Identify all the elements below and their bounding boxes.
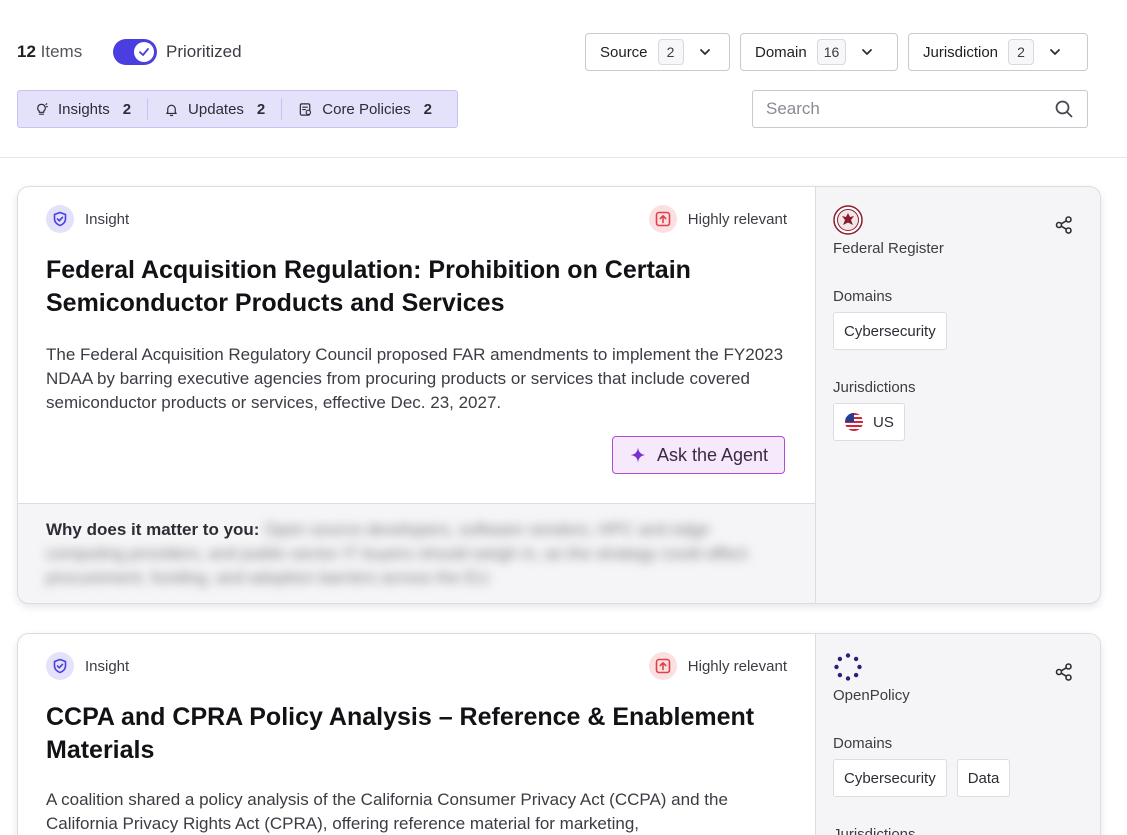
why-it-matters: Why does it matter to you: Open source d… (18, 503, 815, 603)
share-icon[interactable] (1054, 215, 1074, 235)
source-name: Federal Register (833, 240, 944, 257)
source-name: OpenPolicy (833, 687, 910, 704)
chevron-down-icon (699, 49, 710, 55)
domain-chip[interactable]: Cybersecurity (833, 312, 947, 350)
jurisdiction-label: US (873, 413, 894, 431)
domain-filter-label: Domain (755, 43, 807, 61)
tab-updates-label: Updates (188, 100, 244, 118)
ask-agent-label: Ask the Agent (656, 444, 769, 465)
domain-filter[interactable]: Domain 16 (740, 33, 898, 71)
card-type-badge: Insight (46, 652, 129, 680)
domains-label: Domains (833, 735, 893, 752)
federal-register-logo (833, 205, 863, 235)
insight-card[interactable]: Insight Highly relevant Federal Acquisit… (17, 186, 1101, 604)
check-icon (134, 42, 154, 62)
jurisdictions-label: Jurisdictions (833, 379, 916, 396)
card-main: Insight Highly relevant CCPA and CPRA Po… (18, 634, 815, 835)
shield-icon (46, 205, 74, 233)
chevron-down-icon (862, 49, 873, 55)
domains-label: Domains (833, 288, 893, 305)
card-sidebar: Federal Register Domains Cybersecurity J… (815, 187, 1100, 603)
chevron-down-icon (1050, 49, 1060, 55)
jurisdiction-filter[interactable]: Jurisdiction 2 (908, 33, 1088, 71)
domain-chips: Cybersecurity (833, 312, 947, 350)
content-type-tabs: Insights 2 Updates 2 Core Policies 2 (17, 90, 458, 128)
card-title[interactable]: Federal Acquisition Regulation: Prohibit… (46, 254, 786, 320)
toolbar: 12 Items Prioritized Source 2 Domain 16 … (0, 0, 1127, 158)
tab-core-policies[interactable]: Core Policies 2 (282, 98, 448, 120)
relevance-label: Highly relevant (687, 657, 787, 675)
card-type-label: Insight (85, 657, 130, 675)
card-type-badge: Insight (46, 205, 129, 233)
card-type-label: Insight (85, 210, 130, 228)
search-input[interactable] (766, 99, 1026, 119)
sparkle-icon (630, 447, 646, 463)
high-relevance-icon (648, 205, 677, 233)
jurisdictions-label: Jurisdictions (833, 826, 916, 835)
source-filter-label: Source (600, 43, 648, 61)
relevance-label: Highly relevant (687, 210, 787, 228)
tab-updates[interactable]: Updates 2 (148, 98, 283, 120)
lightbulb-icon (37, 102, 48, 115)
why-it-matters-text: Why does it matter to you: Open source d… (46, 518, 786, 590)
domain-chips: Cybersecurity Data (833, 759, 1011, 797)
tab-insights-count: 2 (122, 100, 132, 118)
tab-core-policies-label: Core Policies (322, 100, 411, 118)
card-title[interactable]: CCPA and CPRA Policy Analysis – Referenc… (46, 701, 786, 767)
why-it-matters-label: Why does it matter to you: (46, 520, 260, 539)
tab-insights-label: Insights (58, 100, 110, 118)
prioritized-toggle[interactable] (113, 39, 157, 65)
relevance-badge: Highly relevant (648, 652, 787, 680)
high-relevance-icon (648, 652, 677, 680)
jurisdiction-chips: US (833, 403, 905, 441)
card-description: A coalition shared a policy analysis of … (46, 790, 728, 833)
search-box (752, 90, 1088, 128)
domain-chip[interactable]: Cybersecurity (833, 759, 947, 797)
bell-icon (166, 104, 177, 116)
us-flag-icon (845, 413, 863, 431)
openpolicy-logo (834, 653, 862, 681)
card-main: Insight Highly relevant Federal Acquisit… (18, 187, 815, 603)
tab-updates-count: 2 (256, 100, 266, 118)
shield-icon (46, 652, 74, 680)
jurisdiction-filter-label: Jurisdiction (923, 43, 999, 61)
relevance-badge: Highly relevant (648, 205, 787, 233)
insight-card[interactable]: Insight Highly relevant CCPA and CPRA Po… (17, 633, 1101, 835)
jurisdiction-filter-count: 2 (1008, 39, 1035, 65)
prioritized-label: Prioritized (166, 42, 242, 61)
items-count: 12 Items (17, 42, 83, 61)
domain-filter-count: 16 (816, 39, 847, 65)
share-icon[interactable] (1054, 662, 1074, 682)
search-icon[interactable] (1054, 99, 1074, 119)
domain-chip[interactable]: Data (956, 759, 1011, 797)
ask-agent-button[interactable]: Ask the Agent (612, 436, 785, 474)
source-filter-count: 2 (657, 39, 684, 65)
tab-core-policies-count: 2 (423, 100, 432, 118)
jurisdiction-chip[interactable]: US (833, 403, 905, 441)
card-sidebar: OpenPolicy Domains Cybersecurity Data Ju… (815, 634, 1100, 835)
card-description: The Federal Acquisition Regulatory Counc… (46, 345, 784, 412)
source-filter[interactable]: Source 2 (585, 33, 730, 71)
policy-doc-icon (300, 102, 312, 116)
tab-insights[interactable]: Insights 2 (18, 98, 149, 120)
